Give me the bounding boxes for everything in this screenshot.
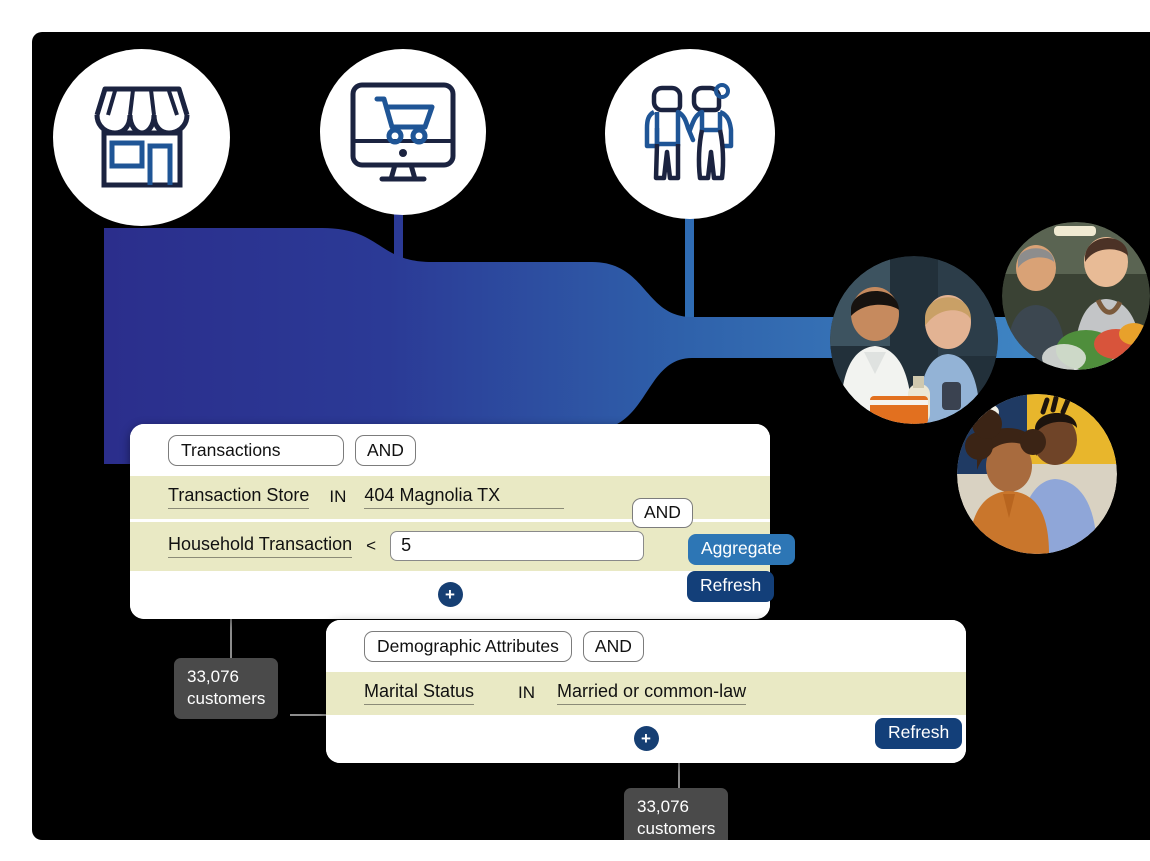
condition-value-input[interactable] xyxy=(390,531,645,562)
photo-illustration-1 xyxy=(830,256,998,424)
customer-count-badge-1: 33,076 customers xyxy=(174,658,279,719)
query-panel-transactions: Transactions AND Transaction Store IN 40… xyxy=(130,424,795,620)
entity-selector-transactions[interactable]: Transactions xyxy=(168,435,344,467)
shoppers-photo-2 xyxy=(1002,222,1150,370)
source-node-store xyxy=(53,49,230,226)
floating-logic-operator-and[interactable]: AND xyxy=(632,498,693,529)
customer-count-badge-2: 33,076 customers xyxy=(624,788,728,840)
condition-value[interactable]: 404 Magnolia TX xyxy=(364,485,501,510)
condition-operator[interactable]: IN xyxy=(518,683,535,703)
add-condition-button[interactable]: + xyxy=(633,725,659,751)
condition-field-label[interactable]: Transaction Store xyxy=(168,485,310,510)
household-icon xyxy=(640,78,740,190)
photo-illustration-3 xyxy=(957,394,1117,554)
panel-header: Demographic Attributes AND xyxy=(326,620,966,673)
badge-unit: customers xyxy=(637,818,716,838)
condition-operator[interactable]: IN xyxy=(329,487,346,507)
logic-operator-and[interactable]: AND xyxy=(582,631,644,663)
badge-count: 33,076 xyxy=(637,797,689,816)
source-node-household xyxy=(605,49,775,219)
refresh-button[interactable]: Refresh xyxy=(687,571,775,603)
condition-row-marital-status: Marital Status IN Married or common-law xyxy=(326,672,966,716)
condition-field-label[interactable]: Marital Status xyxy=(364,681,475,706)
add-condition-button[interactable]: + xyxy=(437,581,463,607)
panel-footer: + xyxy=(326,715,966,764)
condition-operator[interactable]: < xyxy=(366,536,376,556)
ecommerce-icon xyxy=(347,79,459,185)
store-icon xyxy=(83,83,201,193)
aggregate-button[interactable]: Aggregate xyxy=(688,534,795,566)
panel-header: Transactions AND xyxy=(130,424,770,477)
condition-value[interactable]: Married or common-law xyxy=(557,681,747,706)
diagram-canvas: Transactions AND Transaction Store IN 40… xyxy=(32,32,1150,840)
photo-illustration-2 xyxy=(1002,222,1150,370)
condition-field-label[interactable]: Household Transaction xyxy=(168,534,353,559)
entity-selector-demographic-attributes[interactable]: Demographic Attributes xyxy=(364,631,572,663)
badge-unit: customers xyxy=(187,688,266,708)
badge-count: 33,076 xyxy=(187,667,239,686)
logic-operator-and[interactable]: AND xyxy=(355,435,416,467)
shoppers-photo-1 xyxy=(830,256,998,424)
source-node-ecommerce xyxy=(320,49,486,215)
panel-footer: + xyxy=(130,571,770,620)
refresh-button[interactable]: Refresh xyxy=(875,718,963,750)
query-panel-demographic-attributes: Demographic Attributes AND Marital Statu… xyxy=(326,620,966,764)
shoppers-photo-3 xyxy=(957,394,1117,554)
